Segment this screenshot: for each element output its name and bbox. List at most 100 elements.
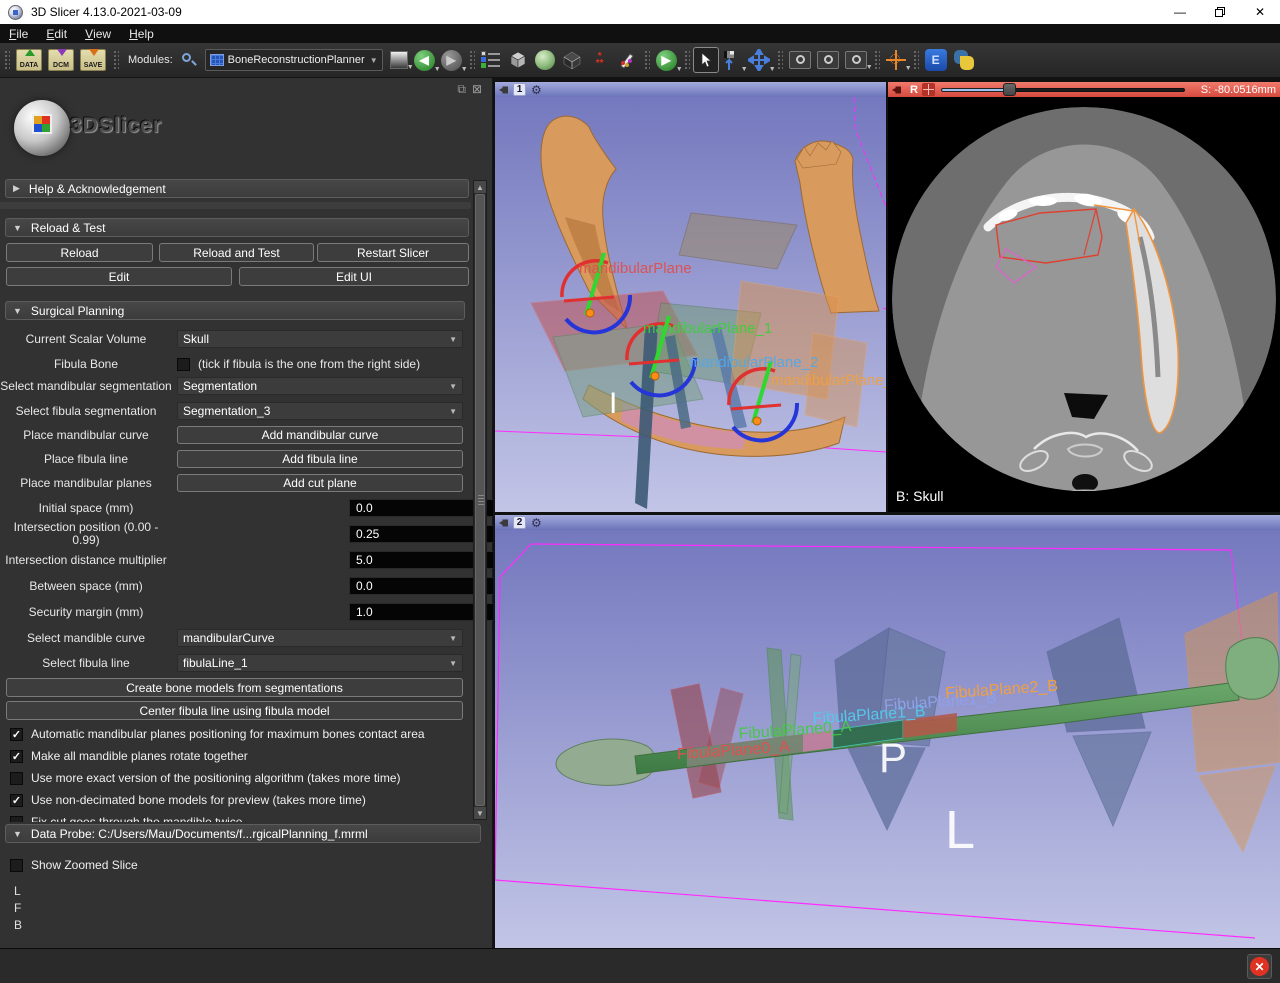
toolbar-grip[interactable] <box>912 49 919 71</box>
error-log-button[interactable]: ✕ <box>1247 954 1272 979</box>
edit-button[interactable]: Edit <box>6 267 232 286</box>
reload-and-test-button[interactable]: Reload and Test <box>159 243 314 262</box>
add-fibula-line-button[interactable]: Add fibula line <box>177 450 463 468</box>
section-surgical-planning[interactable]: ▼ Surgical Planning <box>5 301 465 320</box>
toolbar-grip[interactable] <box>873 49 880 71</box>
threed-view-2-canvas[interactable]: FibulaPlane0_A FibulaPlane0_A FibulaPlan… <box>495 530 1280 948</box>
module-search-icon[interactable] <box>181 52 197 68</box>
slice-link-icon[interactable] <box>922 83 935 96</box>
panel-close-icon[interactable]: ⊠ <box>472 82 482 97</box>
menu-bar: File Edit View Help <box>0 24 1280 43</box>
current-scalar-volume-combo[interactable]: Skull ▼ <box>177 330 463 348</box>
transform-interaction-icon[interactable]: ▼ <box>748 49 770 71</box>
menu-edit[interactable]: Edit <box>37 24 76 43</box>
panel-float-icon[interactable]: ⧉ <box>457 82 466 97</box>
scroll-down-icon[interactable]: ▼ <box>474 807 486 819</box>
pin-icon[interactable] <box>499 518 509 528</box>
restore-button[interactable] <box>1200 0 1240 24</box>
toolbar-grip[interactable] <box>468 49 475 71</box>
markups-icon[interactable]: *** <box>589 53 611 67</box>
fibula-bone-checkbox[interactable] <box>177 358 190 371</box>
apply-icon[interactable]: ▶ <box>656 50 677 71</box>
toolbar-grip[interactable] <box>683 49 690 71</box>
scene-view-icon[interactable] <box>817 51 839 69</box>
slice-offset-slider[interactable] <box>941 83 1185 96</box>
python-console-icon[interactable] <box>953 49 975 71</box>
toolbar-grip[interactable] <box>643 49 650 71</box>
views-cube-icon[interactable] <box>507 49 529 71</box>
restart-slicer-button[interactable]: Restart Slicer <box>317 243 469 262</box>
extensions-manager-icon[interactable]: E <box>925 49 947 71</box>
threed-view-1-canvas[interactable]: mandibularPlane mandibularPlane_1 mandib… <box>495 97 886 512</box>
center-fibula-line-button[interactable]: Center fibula line using fibula model <box>6 701 463 720</box>
gear-icon[interactable]: ⚙ <box>531 83 542 97</box>
mandibular-segmentation-combo[interactable]: Segmentation ▼ <box>177 377 463 395</box>
exact-positioning-checkbox[interactable] <box>10 772 23 785</box>
toolbar-grip[interactable] <box>3 49 10 71</box>
add-cut-plane-button[interactable]: Add cut plane <box>177 474 463 492</box>
restore-scene-view-icon[interactable] <box>845 51 867 69</box>
scrollbar-thumb[interactable] <box>475 194 485 806</box>
module-back-icon[interactable]: ◀ <box>414 50 435 71</box>
reload-button[interactable]: Reload <box>6 243 153 262</box>
load-data-icon[interactable]: DATA <box>16 49 42 71</box>
status-bar: ✕ <box>0 948 1280 983</box>
fibula-segmentation-combo[interactable]: Segmentation_3 ▼ <box>177 402 463 420</box>
module-selector-combo[interactable]: BoneReconstructionPlanner ▼ <box>205 49 383 71</box>
add-mandibular-curve-button[interactable]: Add mandibular curve <box>177 426 463 444</box>
ct-axial-slice[interactable]: B: Skull <box>888 97 1280 512</box>
window-level-icon[interactable]: ▼ <box>722 49 742 71</box>
chevron-down-icon: ▼ <box>13 223 22 233</box>
red-slice-canvas[interactable]: B: Skull <box>888 97 1280 512</box>
form-row: Place mandibular planes Add cut plane <box>0 474 472 492</box>
fix-cut-twice-checkbox[interactable] <box>10 816 23 823</box>
edit-ui-button[interactable]: Edit UI <box>239 267 469 286</box>
minimize-button[interactable]: — <box>1160 0 1200 24</box>
crop-volume-icon[interactable] <box>561 49 583 71</box>
section-help-acknowledgement[interactable]: ▶ Help & Acknowledgement <box>5 179 469 198</box>
section-reload-test[interactable]: ▼ Reload & Test <box>5 218 469 237</box>
gear-icon[interactable]: ⚙ <box>531 516 542 530</box>
close-button[interactable]: ✕ <box>1240 0 1280 24</box>
save-scene-icon[interactable]: SAVE <box>80 49 106 71</box>
module-forward-icon[interactable]: ▶ <box>441 50 462 71</box>
scroll-up-icon[interactable]: ▲ <box>474 181 486 193</box>
crosshair-icon[interactable] <box>886 50 906 70</box>
threed-view-1-header[interactable]: 1 ⚙ <box>495 82 886 97</box>
mouse-interaction-icon[interactable] <box>693 47 719 73</box>
section-data-probe[interactable]: ▼ Data Probe: C:/Users/Mau/Documents/f..… <box>5 824 481 843</box>
pin-icon[interactable] <box>499 85 509 95</box>
fibula-3d-scene[interactable]: FibulaPlane0_A FibulaPlane0_A FibulaPlan… <box>495 530 1280 948</box>
show-zoomed-slice-checkbox[interactable] <box>10 859 23 872</box>
panel-scrollbar[interactable]: ▲ ▼ <box>473 180 487 820</box>
red-slice-header[interactable]: R S: -80.0516mm <box>888 82 1280 97</box>
mandible-curve-combo[interactable]: mandibularCurve ▼ <box>177 629 463 647</box>
toolbar-grip[interactable] <box>776 49 783 71</box>
volume-rendering-icon[interactable] <box>535 50 555 70</box>
toolbar-grip[interactable] <box>112 49 119 71</box>
auto-planes-positioning-checkbox[interactable]: ✓ <box>10 728 23 741</box>
slider-track-right <box>1009 88 1185 92</box>
menu-view[interactable]: View <box>76 24 120 43</box>
annotations-icon[interactable] <box>617 50 637 70</box>
form-row: Intersection position (0.00 - 0.99) 0.25… <box>0 525 472 543</box>
menu-help[interactable]: Help <box>120 24 163 43</box>
layout-selector-icon[interactable] <box>481 50 501 70</box>
mandible-3d-scene[interactable]: mandibularPlane mandibularPlane_1 mandib… <box>495 97 886 512</box>
dicom-icon[interactable]: DCM <box>48 49 74 71</box>
menu-file[interactable]: File <box>0 24 37 43</box>
form-row: Select mandible curve mandibularCurve ▼ <box>0 629 472 647</box>
module-history-icon[interactable] <box>390 51 408 69</box>
mandibular-plane-2-label: mandibularPlane_2 <box>689 354 818 371</box>
create-bone-models-button[interactable]: Create bone models from segmentations <box>6 678 463 697</box>
threed-view-2-header[interactable]: 2 ⚙ <box>495 515 1280 530</box>
help-collapsed-content <box>0 202 471 209</box>
axis-label-b: B <box>14 918 22 932</box>
non-decimated-models-checkbox[interactable]: ✓ <box>10 794 23 807</box>
fibula-line-combo[interactable]: fibulaLine_1 ▼ <box>177 654 463 672</box>
screenshot-icon[interactable] <box>789 51 811 69</box>
slider-handle[interactable] <box>1003 83 1016 96</box>
pin-icon[interactable] <box>892 85 902 95</box>
planes-rotate-together-checkbox[interactable]: ✓ <box>10 750 23 763</box>
modules-label: Modules: <box>128 54 173 66</box>
